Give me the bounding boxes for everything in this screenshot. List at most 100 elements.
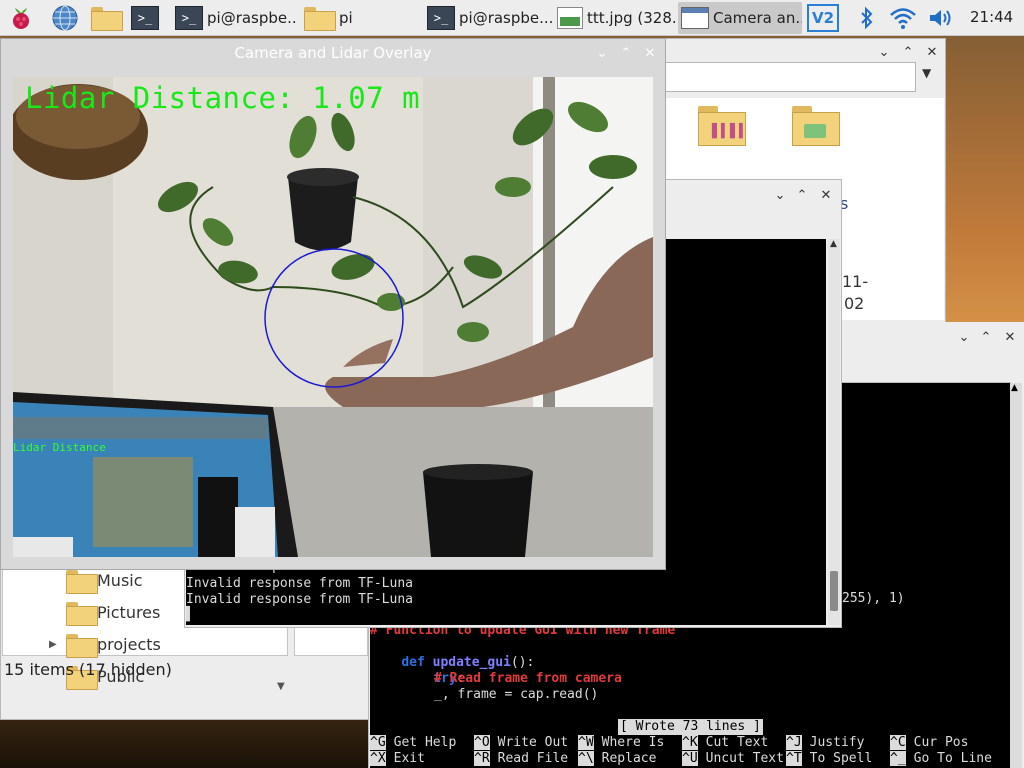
shortcut-label: Replace bbox=[601, 751, 657, 766]
shortcut-key: ^C bbox=[890, 735, 906, 750]
task-label: ttt.jpg (328... bbox=[587, 9, 676, 27]
status-message: [ Wrote 73 lines ] bbox=[618, 719, 763, 735]
shortcut-key: ^X bbox=[370, 751, 386, 766]
maximize-icon[interactable]: ⌃ bbox=[901, 45, 915, 59]
chevron-down-icon[interactable]: ▼ bbox=[922, 66, 931, 80]
minimize-icon[interactable]: ⌄ bbox=[877, 45, 891, 59]
globe-icon[interactable] bbox=[50, 3, 80, 33]
shortcut-key: ^T bbox=[786, 751, 802, 766]
vnc-icon[interactable]: V2 bbox=[806, 3, 840, 33]
lidar-overlay-text: Lidar Distance: 1.07 m bbox=[25, 81, 421, 115]
maximize-icon[interactable]: ⌃ bbox=[979, 330, 993, 344]
partial-label: 11- bbox=[842, 272, 869, 291]
taskbar-item-image-viewer[interactable]: ttt.jpg (328... bbox=[554, 2, 676, 34]
terminal-icon: >_ bbox=[427, 6, 455, 30]
taskbar-item-terminal-2[interactable]: >_ pi@raspbe... bbox=[424, 2, 552, 34]
code-text: (): bbox=[510, 655, 535, 670]
shortcut-item: ^C Cur Pos bbox=[890, 735, 968, 751]
task-label: pi@raspbe... bbox=[459, 9, 552, 27]
partial-label: 02 bbox=[844, 294, 865, 313]
window-title: Camera and Lidar Overlay bbox=[1, 39, 665, 67]
shortcut-item: ^K Cut Text bbox=[682, 735, 768, 751]
shortcut-label: Read File bbox=[497, 751, 569, 766]
scrollbar[interactable]: ▲ bbox=[828, 239, 840, 625]
pictures-folder-icon[interactable] bbox=[792, 106, 842, 148]
shortcut-key: ^U bbox=[682, 751, 698, 766]
shortcut-label: Go To Line bbox=[913, 751, 992, 766]
taskbar-item-terminal-1[interactable]: >_ pi@raspbe... bbox=[172, 2, 298, 34]
maximize-icon[interactable]: ⌃ bbox=[619, 46, 633, 60]
camera-feed: Lidar Distance: 1.07 m Lidar Distance bbox=[13, 77, 653, 557]
close-icon[interactable]: ✕ bbox=[1003, 330, 1017, 344]
code-line: 255), 1) bbox=[842, 591, 905, 606]
task-label: pi bbox=[339, 9, 353, 27]
shortcut-item: ^T To Spell bbox=[786, 751, 872, 767]
minimize-icon[interactable]: ⌄ bbox=[595, 46, 609, 60]
folder-icon bbox=[65, 633, 98, 658]
volume-icon[interactable] bbox=[926, 3, 956, 33]
sidebar-item-label: Pictures bbox=[97, 602, 161, 622]
inset-overlay-text: Lidar Distance bbox=[13, 441, 106, 454]
task-label: pi@raspbe... bbox=[207, 9, 298, 27]
status-bar: 15 items (17 hidden) bbox=[4, 660, 172, 679]
window-icon bbox=[681, 7, 709, 29]
taskbar-item-camera[interactable]: Camera an... bbox=[678, 2, 802, 34]
shortcut-key: ^O bbox=[474, 735, 490, 750]
shortcut-label: Where Is bbox=[601, 735, 665, 750]
path-input[interactable] bbox=[660, 62, 916, 92]
shortcut-label: Get Help bbox=[393, 735, 457, 750]
camera-window: Camera and Lidar Overlay ⌄ ⌃ ✕ Lidar Dis… bbox=[0, 38, 666, 570]
pictures-folder-icon bbox=[65, 601, 98, 626]
shortcut-label: Cur Pos bbox=[913, 735, 969, 750]
terminal-icon: >_ bbox=[175, 6, 203, 30]
maximize-icon[interactable]: ⌃ bbox=[795, 188, 809, 202]
sidebar-item-label: Music bbox=[97, 570, 143, 590]
sidebar-item-label: projects bbox=[97, 634, 161, 654]
output-line: Invalid response from TF-Luna bbox=[186, 576, 413, 591]
output-line: Invalid response from TF-Luna bbox=[186, 592, 413, 607]
music-folder-icon[interactable]: ▌▍▌▍ bbox=[698, 106, 749, 148]
expand-arrow-icon[interactable]: ▶ bbox=[49, 639, 57, 650]
shortcut-label: Cut Text bbox=[705, 735, 769, 750]
scroll-up-icon[interactable]: ▲ bbox=[830, 239, 837, 249]
wifi-icon[interactable] bbox=[888, 3, 918, 33]
shortcut-key: ^R bbox=[474, 751, 490, 766]
sidebar-item-pictures[interactable]: Pictures bbox=[65, 597, 160, 627]
scroll-down-icon[interactable]: ▼ bbox=[277, 681, 285, 692]
shortcut-key: ^J bbox=[786, 735, 802, 750]
image-icon bbox=[557, 7, 583, 29]
minimize-icon[interactable]: ⌄ bbox=[773, 188, 787, 202]
shortcut-key: ^_ bbox=[890, 751, 906, 766]
terminal-cursor: ▌ bbox=[186, 607, 194, 622]
shortcut-item: ^G Get Help bbox=[370, 735, 456, 751]
minimize-icon[interactable]: ⌄ bbox=[957, 330, 971, 344]
close-icon[interactable]: ✕ bbox=[643, 46, 657, 60]
sidebar-item-projects[interactable]: ▶ projects bbox=[49, 629, 161, 659]
camera-image bbox=[13, 77, 653, 557]
scroll-thumb[interactable] bbox=[830, 571, 838, 611]
shortcut-item: ^X Exit bbox=[370, 751, 425, 767]
scroll-up-icon[interactable]: ▲ bbox=[1011, 383, 1018, 393]
taskbar-item-file-manager[interactable]: pi bbox=[300, 2, 420, 34]
shortcut-label: Exit bbox=[393, 751, 425, 766]
shortcut-item: ^U Uncut Text bbox=[682, 751, 784, 767]
music-folder-icon bbox=[65, 569, 98, 594]
raspberry-menu-icon[interactable] bbox=[6, 3, 36, 33]
shortcut-item: ^_ Go To Line bbox=[890, 751, 992, 767]
clock: 21:44 bbox=[970, 8, 1014, 26]
shortcut-item: ^\ Replace bbox=[578, 751, 656, 767]
shortcut-item: ^O Write Out bbox=[474, 735, 568, 751]
shortcut-key: ^W bbox=[578, 735, 594, 750]
shortcut-item: ^R Read File bbox=[474, 751, 568, 767]
code-comment: # Read frame from camera bbox=[434, 671, 622, 686]
folder-icon[interactable] bbox=[89, 3, 123, 33]
taskbar: >_ >_ pi@raspbe... pi >_ pi@raspbe... tt… bbox=[0, 0, 1024, 36]
shortcut-item: ^W Where Is bbox=[578, 735, 664, 751]
task-label: Camera an... bbox=[713, 9, 802, 27]
scrollbar[interactable]: ▲ bbox=[1010, 383, 1022, 768]
bluetooth-icon[interactable] bbox=[852, 3, 882, 33]
terminal-icon[interactable]: >_ bbox=[130, 3, 160, 33]
shortcut-label: Uncut Text bbox=[705, 751, 784, 766]
close-icon[interactable]: ✕ bbox=[925, 45, 939, 59]
close-icon[interactable]: ✕ bbox=[819, 188, 833, 202]
